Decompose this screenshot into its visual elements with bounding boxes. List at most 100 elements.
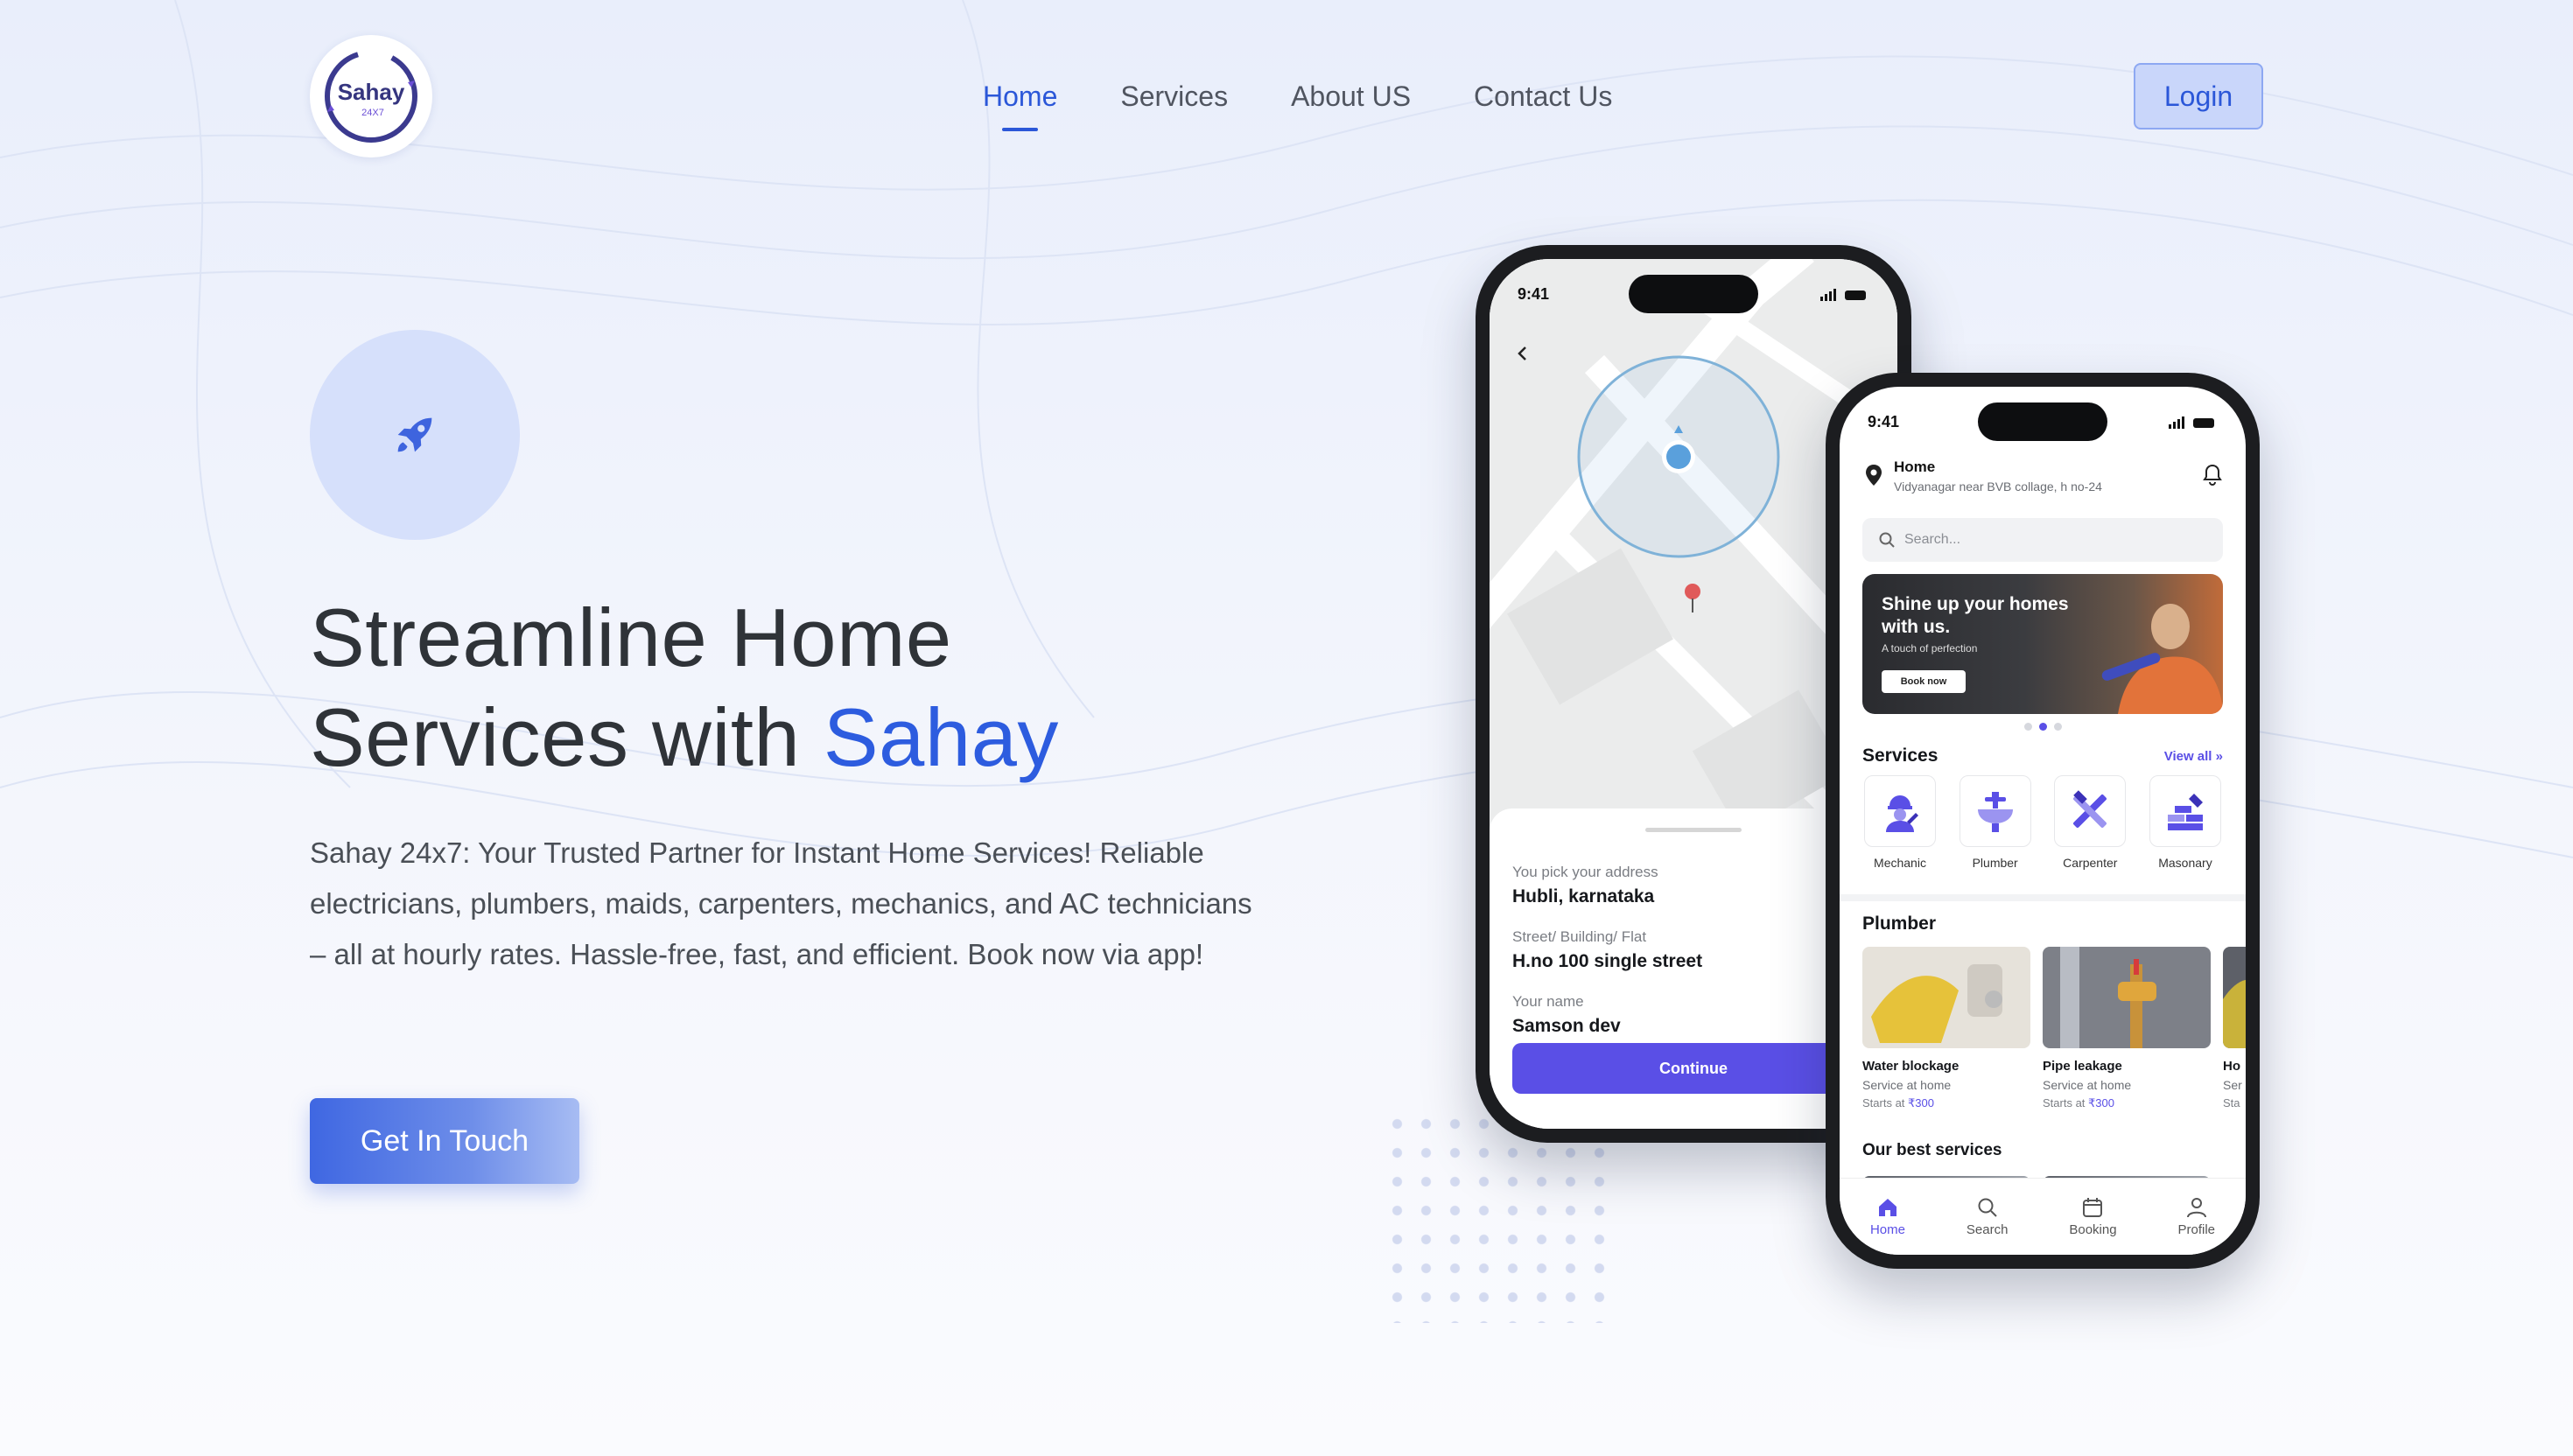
hero-title-prefix: Services with xyxy=(310,691,824,783)
status-time: 9:41 xyxy=(1868,413,1900,430)
water-blockage-image xyxy=(1862,947,2030,1048)
location-address: Vidyanagar near BVB collage, h no-24 xyxy=(1894,480,2102,494)
search-input[interactable]: Search... xyxy=(1862,518,2223,562)
get-in-touch-button[interactable]: Get In Touch xyxy=(310,1098,579,1184)
section-divider xyxy=(1840,894,2246,901)
service-label: Mechanic xyxy=(1874,856,1926,870)
services-row: Mechanic Plumber Carpenter Masonary xyxy=(1862,775,2223,870)
promo-banner[interactable]: Shine up your homes with us. A touch of … xyxy=(1862,574,2223,714)
nav-home[interactable]: Home xyxy=(983,77,1057,131)
service-label: Carpenter xyxy=(2063,856,2118,870)
mechanic-icon-tile xyxy=(1864,775,1936,847)
price-value: ₹300 xyxy=(2088,1096,2114,1110)
carpenter-icon-tile xyxy=(2054,775,2127,847)
location-title: Home xyxy=(1894,458,1936,475)
card-title: Ho xyxy=(2223,1059,2240,1074)
service-carpenter[interactable]: Carpenter xyxy=(2052,775,2128,870)
tab-booking[interactable]: Booking xyxy=(2069,1196,2117,1237)
battery-icon xyxy=(1845,290,1866,300)
nav-about[interactable]: About US xyxy=(1291,77,1411,116)
signal-icon xyxy=(2169,416,2184,429)
field-label: You pick your address xyxy=(1512,864,1658,880)
card-price: Starts at ₹300 xyxy=(1862,1096,2030,1110)
phone-mockup-home: 9:41 Home Vidyanagar near BVB collage, h… xyxy=(1826,373,2260,1269)
card-title: Pipe leakage xyxy=(2043,1059,2122,1074)
banner-subtitle: A touch of perfection xyxy=(1882,642,1978,654)
tab-label: Booking xyxy=(2069,1222,2117,1237)
hero-title: Streamline Home Services with Sahay xyxy=(310,588,1059,788)
search-placeholder: Search... xyxy=(1904,532,1961,547)
hero-description: Sahay 24x7: Your Trusted Partner for Ins… xyxy=(310,836,1252,970)
home-icon xyxy=(1878,1199,1896,1216)
book-now-button[interactable]: Book now xyxy=(1882,670,1966,693)
service-mechanic[interactable]: Mechanic xyxy=(1862,775,1938,870)
battery-icon xyxy=(2193,417,2214,428)
card-title: Water blockage xyxy=(1862,1059,1960,1074)
pipe-leakage-image xyxy=(2043,947,2211,1048)
banner-title: Shine up your homes with us. xyxy=(1882,594,2069,637)
field-value[interactable]: Hubli, karnataka xyxy=(1512,886,1875,907)
search-icon xyxy=(1879,532,1895,548)
tab-profile[interactable]: Profile xyxy=(2177,1196,2215,1237)
pager-dot-active[interactable] xyxy=(2038,723,2047,731)
price-prefix: Starts at xyxy=(2043,1096,2089,1110)
tab-label: Profile xyxy=(2177,1222,2216,1237)
calendar-icon xyxy=(2083,1198,2103,1217)
services-title: Services xyxy=(1862,746,1939,766)
nav-services[interactable]: Services xyxy=(1120,77,1228,116)
sheet-handle[interactable] xyxy=(1645,828,1742,832)
hero-title-accent: Sahay xyxy=(823,691,1059,783)
bell-icon[interactable] xyxy=(2202,464,2223,486)
view-all-label: View all xyxy=(2163,748,2212,764)
search-icon xyxy=(1978,1198,1997,1217)
pager-dot[interactable] xyxy=(2053,723,2062,731)
field-value[interactable]: H.no 100 single street xyxy=(1512,951,1875,972)
back-arrow-icon[interactable] xyxy=(1512,343,1533,364)
main-nav: Home Services About US Contact Us xyxy=(983,77,1612,131)
service-card[interactable]: Water blockage Service at home Starts at… xyxy=(1862,947,2030,1110)
sahay-logo[interactable]: Sahay 24X7 xyxy=(310,35,432,158)
field-label: Your name xyxy=(1512,993,1584,1010)
card-subtitle: Service at home xyxy=(1862,1078,1952,1092)
status-icons xyxy=(2169,413,2218,431)
card-subtitle: Service at home xyxy=(2043,1078,2132,1092)
service-label: Plumber xyxy=(1972,856,2018,870)
status-icons xyxy=(1820,285,1869,304)
service-label: Masonary xyxy=(2158,856,2212,870)
mechanic-icon xyxy=(1886,795,1918,832)
hero-badge xyxy=(310,330,520,540)
card-price: Starts at ₹300 xyxy=(2043,1096,2211,1110)
service-masonary[interactable]: Masonary xyxy=(2148,775,2223,870)
continue-button[interactable]: Continue xyxy=(1512,1043,1875,1094)
login-button[interactable]: Login xyxy=(2134,63,2263,130)
masonary-icon xyxy=(2167,794,2203,830)
location-selector[interactable]: Home Vidyanagar near BVB collage, h no-2… xyxy=(1862,458,2223,508)
pager-dot[interactable] xyxy=(2023,723,2032,731)
plumber-cards: Water blockage Service at home Starts at… xyxy=(1862,947,2246,1110)
service-card[interactable]: Ho Ser Sta xyxy=(2223,947,2246,1110)
service-card[interactable]: Pipe leakage Service at home Starts at ₹… xyxy=(2043,947,2211,1110)
dynamic-island xyxy=(1978,402,2107,441)
field-value[interactable]: Samson dev xyxy=(1512,1016,1875,1037)
service-image xyxy=(2223,947,2246,1048)
nav-contact[interactable]: Contact Us xyxy=(1474,77,1612,116)
banner-pager xyxy=(1840,723,2246,731)
card-image xyxy=(1862,947,2030,1048)
tab-search[interactable]: Search xyxy=(1967,1196,2008,1237)
bottom-tab-bar: Home Search Booking Profile xyxy=(1840,1178,2246,1255)
plumber-title: Plumber xyxy=(1862,914,1937,934)
tab-home[interactable]: Home xyxy=(1870,1196,1905,1237)
view-all-link[interactable]: View all » xyxy=(2164,749,2223,764)
profile-icon xyxy=(2186,1198,2206,1218)
tab-label: Home xyxy=(1869,1222,1905,1237)
services-header: Services View all » xyxy=(1862,746,2223,766)
svg-text:24X7: 24X7 xyxy=(361,108,384,118)
signal-icon xyxy=(1820,288,1836,301)
field-label: Street/ Building/ Flat xyxy=(1512,928,1647,945)
status-time: 9:41 xyxy=(1518,285,1550,303)
plumber-header: Plumber xyxy=(1862,914,2223,934)
phone-home-screen: 9:41 Home Vidyanagar near BVB collage, h… xyxy=(1840,387,2246,1255)
card-image xyxy=(2223,947,2246,1048)
logo-emblem-icon: Sahay 24X7 xyxy=(325,50,417,143)
service-plumber[interactable]: Plumber xyxy=(1958,775,2033,870)
